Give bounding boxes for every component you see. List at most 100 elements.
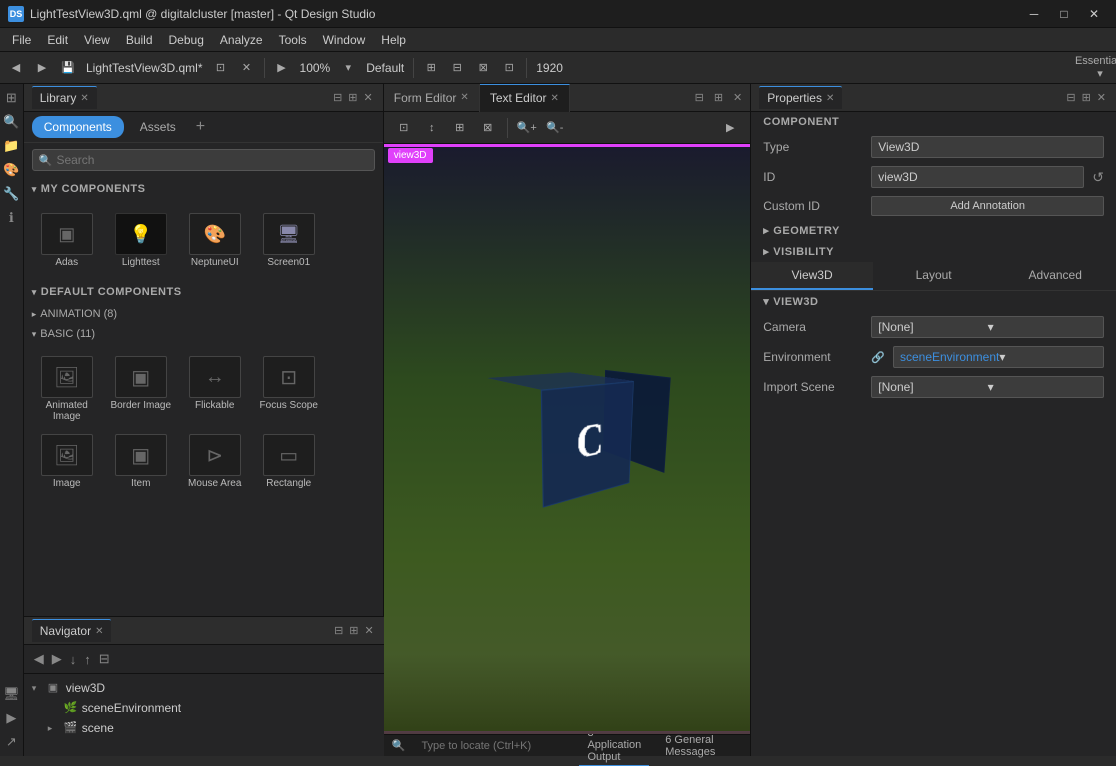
props-float-btn[interactable]: ⊟ — [1064, 89, 1077, 106]
play-button[interactable]: ▶ — [270, 56, 294, 80]
layout-btn-1[interactable]: ⊞ — [419, 56, 443, 80]
menu-tools[interactable]: Tools — [271, 31, 315, 49]
menu-window[interactable]: Window — [315, 31, 374, 49]
animation-header[interactable]: ▸ ANIMATION (8) — [24, 304, 383, 324]
prop-tab-advanced[interactable]: Advanced — [994, 262, 1116, 290]
essentials-dropdown[interactable]: Essentials ▾ — [1088, 56, 1112, 80]
add-annotation-button[interactable]: Add Annotation — [871, 196, 1104, 216]
component-lighttest[interactable]: 💡 Lighttest — [106, 209, 176, 272]
locate-input[interactable] — [421, 740, 563, 752]
save-button[interactable]: 💾 — [56, 56, 80, 80]
my-components-header[interactable]: ▾ MY COMPONENTS — [24, 177, 383, 201]
id-refresh-btn[interactable]: ↺ — [1092, 169, 1104, 186]
iconbar-info[interactable]: ℹ — [1, 208, 21, 228]
props-split-btn[interactable]: ⊞ — [1080, 89, 1093, 106]
iconbar-screen[interactable]: 🖥 — [1, 684, 21, 704]
component-flickable[interactable]: ↔ Flickable — [180, 352, 250, 426]
split-button[interactable]: ⊡ — [209, 56, 233, 80]
nav-forward[interactable]: ▶ — [50, 649, 64, 669]
prop-tab-view3d[interactable]: View3D — [751, 262, 873, 290]
tab-components[interactable]: Components — [32, 116, 124, 138]
close-tab-button[interactable]: ✕ — [235, 56, 259, 80]
iconbar-tools[interactable]: 🔧 — [1, 184, 21, 204]
navigator-tab-close[interactable]: ✕ — [95, 626, 103, 637]
panel-split-btn[interactable]: ⊞ — [346, 89, 359, 106]
component-section-header[interactable]: COMPONENT — [751, 112, 1116, 132]
add-tab-btn[interactable]: + — [196, 118, 205, 136]
tree-item-view3d[interactable]: ▾ ▣ view3D — [24, 678, 384, 698]
iconbar-play-bottom[interactable]: ▶ — [1, 708, 21, 728]
tab-text-editor[interactable]: Text Editor ✕ — [480, 84, 570, 112]
nav-split-btn[interactable]: ⊞ — [347, 622, 360, 639]
properties-tab[interactable]: Properties ✕ — [759, 86, 842, 109]
tree-item-scene-environment[interactable]: 🌿 sceneEnvironment — [24, 698, 384, 718]
canvas-zoom-in[interactable]: 🔍+ — [515, 116, 539, 140]
canvas-tool-4[interactable]: ⊠ — [476, 116, 500, 140]
component-focus-scope[interactable]: ⊡ Focus Scope — [254, 352, 324, 426]
iconbar-color[interactable]: 🎨 — [1, 160, 21, 180]
canvas-tool-1[interactable]: ⊡ — [392, 116, 416, 140]
forward-button[interactable]: ▶ — [30, 56, 54, 80]
nav-float-btn[interactable]: ⊟ — [332, 622, 345, 639]
basic-header[interactable]: ▾ BASIC (11) — [24, 324, 383, 344]
nav-down[interactable]: ↓ — [68, 650, 79, 669]
nav-filter[interactable]: ⊟ — [97, 649, 112, 669]
nav-back[interactable]: ◀ — [32, 649, 46, 669]
panel-float-btn[interactable]: ⊟ — [331, 89, 344, 106]
iconbar-components[interactable]: ⊞ — [1, 88, 21, 108]
properties-tab-close[interactable]: ✕ — [826, 93, 834, 104]
nav-close-btn[interactable]: ✕ — [363, 622, 376, 639]
component-adas[interactable]: ▣ Adas — [32, 209, 102, 272]
text-editor-close[interactable]: ✕ — [551, 93, 559, 104]
menu-build[interactable]: Build — [118, 31, 161, 49]
iconbar-search[interactable]: 🔍 — [1, 112, 21, 132]
tab-form-editor[interactable]: Form Editor ✕ — [384, 84, 480, 112]
geometry-section-header[interactable]: ▸ GEOMETRY — [751, 220, 1116, 241]
component-animated-image[interactable]: 🖼 Animated Image — [32, 352, 102, 426]
menu-view[interactable]: View — [76, 31, 118, 49]
layout-btn-2[interactable]: ⊟ — [445, 56, 469, 80]
component-neptuneui[interactable]: 🎨 NeptuneUI — [180, 209, 250, 272]
form-editor-close[interactable]: ✕ — [460, 92, 468, 103]
maximize-button[interactable]: □ — [1050, 4, 1078, 24]
canvas-tool-2[interactable]: ↕ — [420, 116, 444, 140]
layout-btn-3[interactable]: ⊠ — [471, 56, 495, 80]
zoom-dropdown[interactable]: ▾ — [336, 56, 360, 80]
component-item[interactable]: ▣ Item — [106, 430, 176, 493]
view3d-section-header[interactable]: ▾ VIEW3D — [751, 291, 1116, 312]
search-input[interactable] — [56, 153, 367, 167]
component-screen01[interactable]: 🖥 Screen01 — [254, 209, 324, 272]
back-button[interactable]: ◀ — [4, 56, 28, 80]
editor-ctrl-2[interactable]: ⊞ — [710, 91, 727, 104]
navigator-tab[interactable]: Navigator ✕ — [32, 619, 112, 642]
component-rectangle[interactable]: ▭ Rectangle — [254, 430, 324, 493]
close-button[interactable]: ✕ — [1080, 4, 1108, 24]
minimize-button[interactable]: ─ — [1020, 4, 1048, 24]
props-close-btn[interactable]: ✕ — [1095, 89, 1108, 106]
component-border-image[interactable]: ▣ Border Image — [106, 352, 176, 426]
camera-select[interactable]: [None] ▾ — [871, 316, 1104, 338]
menu-edit[interactable]: Edit — [39, 31, 76, 49]
editor-ctrl-3[interactable]: ✕ — [729, 91, 746, 104]
iconbar-share[interactable]: ↗ — [1, 732, 21, 752]
id-input[interactable] — [871, 166, 1084, 188]
canvas-expand-btn[interactable]: ▶ — [718, 116, 742, 140]
menu-help[interactable]: Help — [373, 31, 414, 49]
editor-ctrl-1[interactable]: ⊟ — [691, 91, 708, 104]
canvas-zoom-out[interactable]: 🔍- — [543, 116, 567, 140]
nav-up[interactable]: ↑ — [82, 650, 93, 669]
iconbar-assets[interactable]: 📁 — [1, 136, 21, 156]
library-tab[interactable]: Library ✕ — [32, 86, 97, 109]
canvas-tool-3[interactable]: ⊞ — [448, 116, 472, 140]
menu-analyze[interactable]: Analyze — [212, 31, 271, 49]
component-image[interactable]: 🖼 Image — [32, 430, 102, 493]
library-tab-close[interactable]: ✕ — [80, 93, 88, 104]
tree-item-scene[interactable]: ▸ 🎬 scene — [24, 718, 384, 738]
visibility-section-header[interactable]: ▸ VISIBILITY — [751, 241, 1116, 262]
component-mouse-area[interactable]: ⊳ Mouse Area — [180, 430, 250, 493]
menu-debug[interactable]: Debug — [161, 31, 212, 49]
tab-assets[interactable]: Assets — [128, 116, 188, 138]
default-components-header[interactable]: ▾ DEFAULT COMPONENTS — [24, 280, 383, 304]
panel-close-btn[interactable]: ✕ — [362, 89, 375, 106]
prop-tab-layout[interactable]: Layout — [873, 262, 995, 290]
